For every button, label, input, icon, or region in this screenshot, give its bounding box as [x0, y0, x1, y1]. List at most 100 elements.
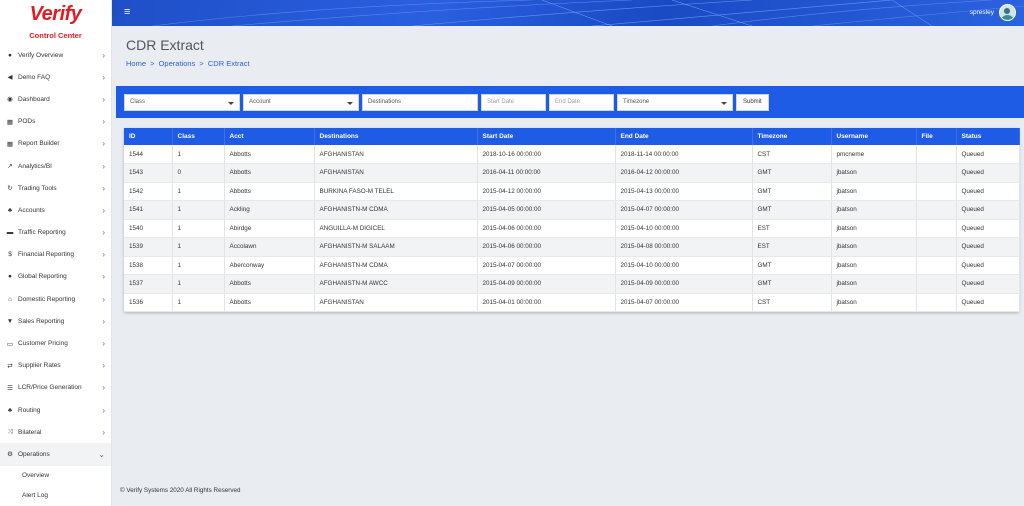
avatar[interactable]: [999, 4, 1016, 21]
sidebar-item-operations[interactable]: ⚙ Operations ⌄: [0, 443, 111, 466]
table-row[interactable]: 1544 1 Abbotts AFGHANISTAN 2018-10-16 00:00:…: [124, 145, 1020, 164]
table-row[interactable]: 1536 1 Abbotts AFGHANISTAN 2015-04-01 00:00:…: [124, 293, 1020, 312]
cell-start-date: 2015-04-09 00:00:00: [477, 274, 616, 294]
end-date-input[interactable]: End Date: [549, 93, 614, 111]
breadcrumb-current[interactable]: CDR Extract: [208, 59, 250, 68]
topbar-background-decoration: [151, 0, 1024, 26]
column-header-class[interactable]: Class: [172, 128, 225, 145]
chevron-right-icon: ›: [102, 405, 105, 415]
table-row[interactable]: 1541 1 Ackling AFGHANISTN-M CDMA 2015-04-05 …: [124, 200, 1020, 220]
sidebar-item-financial-reporting[interactable]: $ Financial Reporting ›: [0, 244, 111, 266]
grid-icon: ▦: [6, 140, 14, 148]
sidebar-item-label: Dashboard: [18, 95, 50, 103]
column-header-username[interactable]: Username: [831, 128, 917, 145]
breadcrumb-operations[interactable]: Operations: [159, 59, 196, 68]
column-header-acct[interactable]: Acct: [224, 128, 315, 145]
table-row[interactable]: 1539 1 Accolawn AFGHANISTN-M SALAAM 2015-04-…: [124, 237, 1020, 257]
table-row[interactable]: 1540 1 Abirdge ANGUILLA-M DIGICEL 2015-04-06…: [124, 219, 1020, 238]
sidebar-item-trading-tools[interactable]: ↻ Trading Tools ›: [0, 177, 111, 199]
sidebar-item-label: Customer Pricing: [18, 340, 68, 348]
sidebar-item-accounts[interactable]: ♣ Accounts ›: [0, 199, 111, 221]
menu-toggle-icon[interactable]: ≡: [124, 7, 130, 18]
sidebar-item-customer-pricing[interactable]: ▭ Customer Pricing ›: [0, 332, 111, 354]
column-header-id[interactable]: ID: [124, 128, 173, 145]
sidebar-item-pods[interactable]: ▦ PODs ›: [0, 111, 111, 133]
globe-icon: ●: [8, 273, 12, 281]
sidebar-item-global-reporting[interactable]: ● Global Reporting ›: [0, 266, 111, 288]
cell-id: 1538: [124, 256, 173, 275]
class-select[interactable]: Class: [124, 93, 240, 111]
sidebar-item-supplier-rates[interactable]: ⇄ Supplier Rates ›: [0, 355, 111, 377]
page-title: CDR Extract: [126, 37, 204, 53]
cell-end-date: 2015-04-08 00:00:00: [615, 237, 753, 257]
cell-username: jbatson: [831, 200, 917, 220]
exchange-icon: ⇄: [7, 362, 13, 370]
sidebar-item-sales-reporting[interactable]: ▼ Sales Reporting ›: [0, 310, 111, 332]
shuffle-icon: ⤨: [7, 428, 13, 436]
table-row[interactable]: 1542 1 Abbotts BURKINA FASO-M TELEL 2015-04-…: [124, 182, 1020, 201]
cell-username: jbatson: [831, 274, 917, 294]
cell-start-date: 2015-04-05 00:00:00: [477, 200, 616, 220]
column-header-start-date[interactable]: Start Date: [477, 128, 616, 145]
cell-id: 1544: [124, 145, 173, 164]
column-header-file[interactable]: File: [916, 128, 957, 145]
sidebar-item-routing[interactable]: ♣ Routing ›: [0, 399, 111, 421]
submit-button[interactable]: Submit: [736, 93, 769, 111]
timezone-select[interactable]: Timezone: [617, 93, 733, 111]
cell-timezone: GMT: [752, 163, 832, 183]
column-header-destinations[interactable]: Destinations: [314, 128, 478, 145]
column-header-timezone[interactable]: Timezone: [752, 128, 832, 145]
cell-timezone: GMT: [752, 200, 832, 220]
chevron-right-icon: ›: [102, 183, 105, 193]
table-row[interactable]: 1543 0 Abbotts AFGHANISTAN 2016-04-11 00:00:…: [124, 163, 1020, 183]
sidebar-item-label: Trading Tools: [18, 184, 57, 192]
column-header-end-date[interactable]: End Date: [615, 128, 753, 145]
cell-class: 1: [172, 200, 225, 220]
sidebar-subitem-overview[interactable]: Overview: [0, 466, 111, 486]
chevron-right-icon: ›: [102, 205, 105, 215]
user-menu[interactable]: spresley: [970, 4, 1016, 21]
chevron-right-icon: ›: [102, 50, 105, 60]
chevron-right-icon: ›: [102, 294, 105, 304]
cell-status: Queued: [956, 182, 1020, 201]
logo-wordmark: Verify: [29, 3, 82, 25]
sidebar-nav: ● Verify Overview › ◀ Demo FAQ › ◉ Dashboard › ▦ P…: [0, 44, 111, 506]
sidebar-item-analytics-bi[interactable]: ↗ Analytics/BI ›: [0, 155, 111, 177]
cdr-table: ID Class Acct Destinations Start Date End Dat…: [124, 128, 1020, 312]
breadcrumb-home[interactable]: Home: [126, 59, 146, 68]
breadcrumb-separator: >: [150, 59, 155, 68]
sidebar-item-demo-faq[interactable]: ◀ Demo FAQ ›: [0, 66, 111, 88]
sidebar-item-dashboard[interactable]: ◉ Dashboard ›: [0, 88, 111, 110]
sidebar-item-label: Verify Overview: [18, 51, 64, 59]
start-date-input[interactable]: Start Date: [481, 93, 546, 111]
cell-status: Queued: [956, 145, 1020, 164]
cell-file: [916, 237, 957, 257]
table-row[interactable]: 1538 1 Aberconway AFGHANISTN-M CDMA 2015-04-…: [124, 256, 1020, 275]
destinations-input[interactable]: Destinations: [362, 93, 478, 111]
chevron-down-icon: ⌄: [98, 449, 105, 459]
cell-status: Queued: [956, 256, 1020, 275]
cell-destinations: AFGHANISTN-M AWCC: [314, 274, 478, 294]
sitemap-icon: ♣: [7, 406, 13, 414]
brand-logo[interactable]: Verify Control Center: [0, 0, 111, 44]
cell-destinations: AFGHANISTAN: [314, 145, 478, 164]
account-select-value: Account: [249, 99, 271, 105]
sidebar-item-bilateral[interactable]: ⤨ Bilateral ›: [0, 421, 111, 443]
cell-timezone: GMT: [752, 182, 832, 201]
column-header-status[interactable]: Status: [956, 128, 1020, 145]
table-row[interactable]: 1537 1 Abbotts AFGHANISTN-M AWCC 2015-04-09 …: [124, 274, 1020, 294]
sidebar-item-report-builder[interactable]: ▦ Report Builder ›: [0, 133, 111, 155]
car-icon: ▬: [6, 229, 14, 237]
cell-class: 1: [172, 182, 225, 201]
account-select[interactable]: Account: [243, 93, 359, 111]
sidebar-item-traffic-reporting[interactable]: ▬ Traffic Reporting ›: [0, 222, 111, 244]
cell-acct: Abbotts: [224, 163, 315, 183]
sidebar-item-lcr-price-generation[interactable]: ☰ LCR/Price Generation ›: [0, 377, 111, 399]
sidebar-item-domestic-reporting[interactable]: ⌂ Domestic Reporting ›: [0, 288, 111, 310]
sidebar-subitem-alert-log[interactable]: Alert Log: [0, 486, 111, 506]
sidebar-item-verify-overview[interactable]: ● Verify Overview ›: [0, 44, 111, 66]
cell-username: pmcneme: [831, 145, 917, 164]
sidebar-item-label: Operations: [18, 450, 50, 458]
cell-username: jbatson: [831, 163, 917, 183]
cell-timezone: CST: [752, 293, 832, 312]
